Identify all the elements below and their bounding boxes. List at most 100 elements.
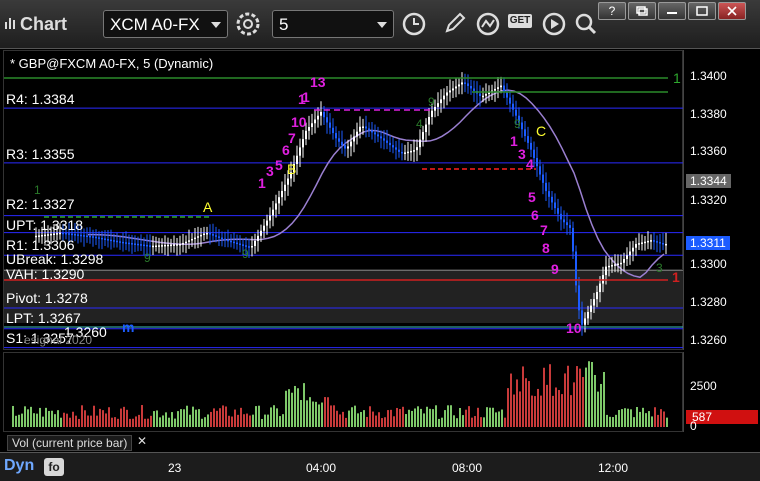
seq-number: 6 bbox=[531, 207, 539, 223]
app-title: Chart bbox=[20, 14, 68, 34]
volume-bar bbox=[654, 407, 656, 427]
price-bar bbox=[389, 142, 391, 146]
volume-bar bbox=[651, 416, 653, 427]
settings-icon[interactable]: fo bbox=[44, 458, 64, 476]
pattern-marker-c: C bbox=[536, 123, 547, 139]
volume-bar bbox=[639, 411, 641, 427]
gear-icon[interactable] bbox=[234, 10, 262, 38]
restore-button[interactable] bbox=[628, 2, 656, 20]
price-bar bbox=[641, 242, 643, 244]
price-bar bbox=[554, 202, 556, 209]
dyn-button[interactable]: Dyn bbox=[4, 457, 34, 475]
price-bar bbox=[437, 103, 439, 107]
minimize-button[interactable] bbox=[658, 2, 686, 20]
price-bar bbox=[71, 233, 73, 236]
price-bar bbox=[662, 243, 664, 245]
volume-bar bbox=[114, 417, 116, 427]
indicator-icon[interactable] bbox=[474, 10, 502, 38]
volume-bar bbox=[540, 395, 542, 427]
price-bar bbox=[560, 213, 562, 220]
volume-bar bbox=[483, 417, 485, 427]
seq-number: 10 bbox=[566, 320, 582, 336]
price-axis[interactable]: 1.3400 1.3380 1.3360 1.3344 1.3320 1.331… bbox=[683, 50, 760, 350]
price-bar bbox=[440, 99, 442, 104]
price-bar bbox=[572, 227, 574, 252]
maximize-button[interactable] bbox=[688, 2, 716, 20]
symbol-dropdown[interactable]: XCM A0-FX bbox=[103, 10, 228, 38]
price-bar bbox=[644, 241, 646, 244]
price-bar bbox=[143, 244, 145, 247]
clock-icon[interactable] bbox=[400, 10, 428, 38]
volume-study-label[interactable]: Vol (current price bar) bbox=[7, 435, 133, 451]
volume-bar bbox=[642, 407, 644, 427]
seq-number: 9 bbox=[551, 261, 559, 277]
volume-bar bbox=[219, 408, 221, 427]
interval-dropdown[interactable]: 5 bbox=[272, 10, 394, 38]
seq-number: 6 bbox=[282, 142, 290, 158]
seq-number: 5 bbox=[528, 189, 536, 205]
price-bar bbox=[458, 84, 460, 87]
volume-bar bbox=[405, 414, 407, 427]
price-bar bbox=[563, 219, 565, 223]
volume-bar bbox=[135, 416, 137, 427]
volume-bar bbox=[108, 407, 110, 427]
volume-bar bbox=[177, 411, 179, 427]
price-bar bbox=[185, 241, 187, 244]
volume-bar bbox=[471, 417, 473, 427]
price-bar bbox=[419, 139, 421, 148]
volume-bar bbox=[174, 418, 176, 427]
play-icon[interactable] bbox=[540, 10, 568, 38]
price-bar bbox=[629, 251, 631, 256]
price-bar bbox=[497, 87, 499, 89]
price-bar bbox=[407, 151, 409, 154]
volume-bar bbox=[543, 367, 545, 427]
price-bar bbox=[230, 240, 232, 243]
level-label-vah: VAH: 1.3290 bbox=[6, 266, 85, 282]
price-bar bbox=[50, 233, 52, 236]
price-bar bbox=[416, 147, 418, 151]
volume-bar bbox=[144, 418, 146, 427]
seq-number: 8 bbox=[542, 240, 550, 256]
close-icon[interactable]: ✕ bbox=[137, 434, 147, 448]
time-axis[interactable]: Dyn fo 23 04:00 08:00 12:00 bbox=[0, 452, 760, 481]
time-tick: 12:00 bbox=[598, 461, 629, 475]
close-button[interactable] bbox=[718, 2, 746, 20]
seq-number: 3 bbox=[266, 163, 274, 179]
search-icon[interactable] bbox=[572, 10, 600, 38]
help-button[interactable]: ? bbox=[598, 2, 626, 20]
volume-bar bbox=[591, 361, 593, 427]
volume-bar bbox=[432, 409, 434, 427]
price-bar bbox=[359, 126, 361, 132]
price-bar bbox=[209, 233, 211, 235]
price-bar bbox=[125, 242, 127, 244]
volume-bar bbox=[183, 409, 185, 427]
price-bar bbox=[89, 235, 91, 238]
volume-bar bbox=[258, 405, 260, 427]
price-bar bbox=[428, 116, 430, 125]
price-bar bbox=[620, 262, 622, 265]
price-bar bbox=[356, 131, 358, 137]
volume-bar bbox=[180, 409, 182, 427]
price-bar bbox=[95, 236, 97, 239]
volume-bar bbox=[522, 366, 524, 427]
pencil-icon[interactable] bbox=[440, 10, 468, 38]
price-bar bbox=[362, 126, 364, 128]
volume-chart[interactable] bbox=[3, 352, 683, 432]
volume-bar bbox=[336, 410, 338, 427]
volume-bar bbox=[273, 405, 275, 427]
volume-bar bbox=[594, 375, 596, 427]
volume-bar bbox=[585, 367, 587, 427]
volume-bar bbox=[363, 410, 365, 427]
volume-bar bbox=[558, 390, 560, 427]
price-bar bbox=[473, 88, 475, 91]
get-button[interactable]: GET bbox=[508, 14, 532, 28]
volume-bar bbox=[285, 390, 287, 427]
price-chart-canvas[interactable] bbox=[4, 51, 684, 351]
price-bar bbox=[395, 147, 397, 150]
volume-tick: 2500 bbox=[690, 379, 717, 393]
chevron-down-icon bbox=[377, 22, 387, 28]
overlay-m-text: m bbox=[122, 319, 135, 335]
price-bar bbox=[98, 237, 100, 239]
price-chart[interactable]: * GBP@FXCM A0-FX, 5 (Dynamic) R4: 1.3384… bbox=[3, 50, 684, 351]
volume-bar bbox=[216, 410, 218, 427]
